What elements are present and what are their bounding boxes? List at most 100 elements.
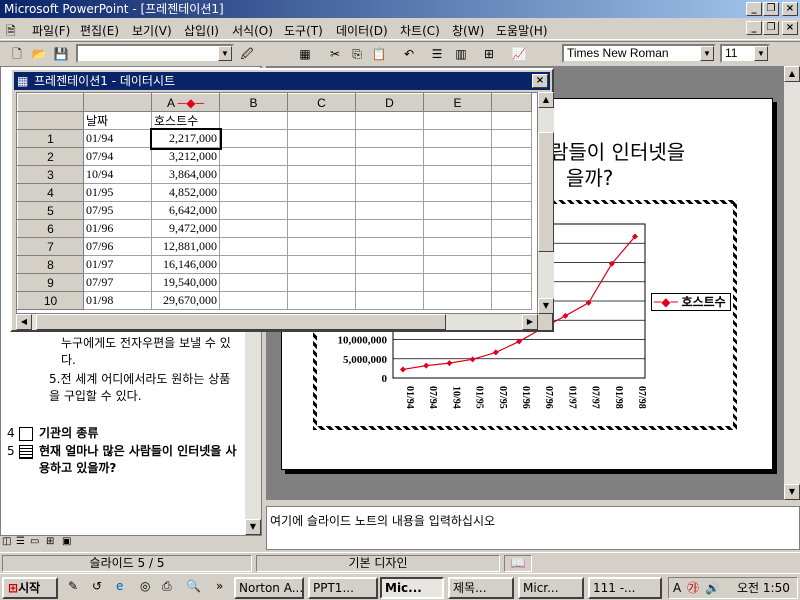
grid-cell[interactable]: 07/94 [83, 147, 152, 166]
grid-cell[interactable]: 호스트수 [151, 111, 220, 130]
grid-cell[interactable]: 07/96 [83, 237, 152, 256]
grid-cell[interactable] [355, 129, 424, 148]
grid-cell[interactable] [219, 129, 288, 148]
font-name-combo[interactable]: Times New Roman ▼ [562, 44, 716, 63]
task-button[interactable]: 제목... [448, 577, 514, 599]
quicklaunch-icon[interactable]: ✎ [68, 579, 78, 593]
grid-cell[interactable] [491, 111, 532, 130]
slide-scrollbar[interactable]: ▲ ▼ [784, 66, 800, 500]
grid-cell[interactable]: 01/94 [83, 129, 152, 148]
grid-cell[interactable] [423, 111, 492, 130]
grid-cell[interactable] [219, 291, 288, 310]
by-row-icon[interactable]: ☰ [428, 45, 446, 63]
scroll-up-button[interactable]: ▲ [538, 92, 554, 108]
app-icon[interactable]: 🗎 [6, 22, 16, 43]
grid-cell[interactable] [491, 273, 532, 292]
menu-insert[interactable]: 삽입(I) [184, 22, 219, 39]
grid-cell[interactable] [219, 147, 288, 166]
grid-cell[interactable] [287, 111, 356, 130]
datasheet-close-button[interactable]: × [532, 74, 548, 88]
row-header[interactable]: 1 [17, 129, 84, 148]
scroll-down-button[interactable]: ▼ [784, 484, 800, 500]
row-header[interactable]: 2 [17, 147, 84, 166]
scroll-down-button[interactable]: ▼ [538, 298, 554, 314]
column-header[interactable]: D [355, 93, 424, 112]
grid-cell[interactable]: 01/98 [83, 291, 152, 310]
scroll-up-button[interactable]: ▲ [784, 66, 800, 82]
doc-restore-button[interactable]: ❐ [763, 21, 779, 35]
grid-cell[interactable]: 07/97 [83, 273, 152, 292]
grid-cell[interactable]: 16,146,000 [151, 255, 220, 274]
quicklaunch-icon[interactable]: ⎙ [162, 579, 172, 594]
chevron-down-icon[interactable]: ▼ [700, 46, 714, 61]
grid-cell[interactable] [491, 237, 532, 256]
column-header[interactable]: C [287, 93, 356, 112]
row-header[interactable]: 3 [17, 165, 84, 184]
menu-view[interactable]: 보기(V) [132, 22, 172, 39]
grid-cell[interactable] [355, 111, 424, 130]
outline-bullet-text[interactable]: 누구에게도 전자우편을 보낼 수 있다. [61, 335, 241, 369]
grid-cell[interactable] [355, 273, 424, 292]
grid-cell[interactable]: 01/96 [83, 219, 152, 238]
row-header[interactable]: 10 [17, 291, 84, 310]
menu-tools[interactable]: 도구(T) [284, 22, 323, 39]
grid-cell[interactable] [287, 147, 356, 166]
row-header[interactable]: 6 [17, 219, 84, 238]
doc-close-button[interactable]: × [782, 21, 798, 35]
quicklaunch-icon[interactable]: ↺ [92, 579, 102, 593]
ie-icon[interactable]: e [116, 579, 123, 593]
grid-cell[interactable] [355, 201, 424, 220]
undo-icon[interactable]: ↶ [400, 45, 418, 63]
menu-chart[interactable]: 차트(C) [400, 22, 440, 39]
speaker-icon[interactable]: 🔊 [705, 578, 720, 598]
grid-cell[interactable] [287, 291, 356, 310]
row-header[interactable]: 9 [17, 273, 84, 292]
outline-bullet-text[interactable]: 5.전 세계 어디에서라도 원하는 상품을 구입할 수 있다. [49, 371, 239, 405]
ime-icon[interactable]: A [673, 578, 681, 598]
normal-view-icon[interactable]: ◫ [2, 536, 11, 547]
grid-cell[interactable]: 9,472,000 [151, 219, 220, 238]
column-header[interactable] [83, 93, 152, 112]
task-button[interactable]: PPT1... [308, 577, 378, 599]
grid-cell[interactable] [355, 291, 424, 310]
grid-cell[interactable] [219, 273, 288, 292]
grid-cell[interactable] [287, 219, 356, 238]
slide-title-line[interactable]: 을까? [566, 164, 613, 192]
grid-cell[interactable] [219, 255, 288, 274]
grid-cell[interactable]: 6,642,000 [151, 201, 220, 220]
grid-cell[interactable]: 2,217,000 [149, 127, 222, 150]
minimize-button[interactable]: _ [746, 2, 762, 16]
sorter-view-icon[interactable]: ⊞ [46, 536, 54, 547]
scroll-thumb[interactable] [36, 314, 446, 330]
data-table-icon[interactable]: ⊞ [480, 45, 498, 63]
paste-icon[interactable]: 📋 [370, 45, 388, 63]
format-object-icon[interactable]: 🖉 [238, 45, 256, 63]
column-header[interactable]: E [423, 93, 492, 112]
row-header[interactable]: 4 [17, 183, 84, 202]
grid-cell[interactable] [355, 237, 424, 256]
slide-title-line[interactable]: 람들이 인터넷을 [550, 138, 685, 166]
row-header[interactable] [17, 111, 84, 130]
by-column-icon[interactable]: ▥ [452, 45, 470, 63]
grid-cell[interactable] [355, 147, 424, 166]
task-button-active[interactable]: Mic... [380, 577, 444, 599]
task-button[interactable]: 111 -... [588, 577, 662, 599]
more-icon[interactable]: » [216, 579, 223, 593]
ime-mode-icon[interactable]: ㉮ [687, 578, 699, 598]
grid-cell[interactable] [287, 165, 356, 184]
datasheet-icon[interactable]: ▦ [296, 45, 314, 63]
grid-cell[interactable] [423, 183, 492, 202]
grid-cell[interactable] [219, 201, 288, 220]
grid-cell[interactable] [355, 219, 424, 238]
grid-cell[interactable] [219, 237, 288, 256]
datasheet-vscrollbar[interactable]: ▲ ▼ [538, 92, 554, 314]
grid-cell[interactable] [287, 237, 356, 256]
menu-format[interactable]: 서식(O) [232, 22, 273, 39]
grid-cell[interactable] [491, 165, 532, 184]
scroll-left-button[interactable]: ◀ [16, 314, 32, 330]
datasheet-hscrollbar[interactable]: ◀ ▶ [16, 314, 538, 330]
grid-cell[interactable]: 07/95 [83, 201, 152, 220]
datasheet-grid[interactable]: A ─◆─ B C D E 날짜 호스트수 1 01/94 2,217,000 2 07… [16, 92, 538, 314]
quicklaunch-icon[interactable]: 🔍 [186, 579, 201, 593]
doc-minimize-button[interactable]: _ [746, 21, 762, 35]
